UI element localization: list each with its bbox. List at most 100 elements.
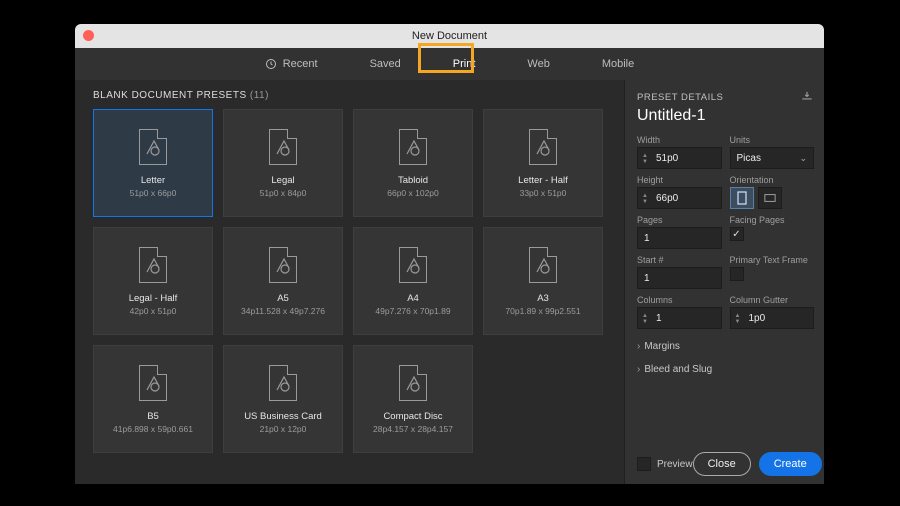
tab-saved[interactable]: Saved	[368, 54, 403, 74]
page-icon	[529, 247, 557, 283]
page-icon	[269, 129, 297, 165]
page-icon	[529, 129, 557, 165]
margins-expander[interactable]: Margins	[637, 335, 814, 358]
gutter-input[interactable]: ▲▼ 1p0	[730, 307, 815, 329]
close-window-button[interactable]	[83, 30, 94, 41]
clock-icon	[265, 58, 277, 70]
preset-dims: 42p0 x 51p0	[130, 306, 177, 316]
tab-mobile-label: Mobile	[602, 58, 634, 70]
orientation-label: Orientation	[730, 175, 815, 185]
width-label: Width	[637, 135, 722, 145]
pages-input[interactable]: 1	[637, 227, 722, 249]
units-select[interactable]: Picas ⌄	[730, 147, 815, 169]
page-icon	[399, 247, 427, 283]
preset-name: Tabloid	[398, 175, 428, 186]
preset-card[interactable]: A370p1.89 x 99p2.551	[483, 227, 603, 335]
details-footer: Preview Close Create	[637, 446, 814, 476]
preset-card[interactable]: US Business Card21p0 x 12p0	[223, 345, 343, 453]
gutter-label: Column Gutter	[730, 295, 815, 305]
tab-recent[interactable]: Recent	[263, 54, 320, 74]
preset-card[interactable]: Legal 51p0 x 84p0	[223, 109, 343, 217]
height-input[interactable]: ▲▼ 66p0	[637, 187, 722, 209]
orientation-toggle	[730, 187, 815, 209]
preset-name: Legal - Half	[129, 293, 178, 304]
preset-dims: 33p0 x 51p0	[520, 188, 567, 198]
gutter-value: 1p0	[749, 313, 766, 324]
save-preset-icon[interactable]	[800, 90, 814, 105]
tab-web-label: Web	[527, 58, 549, 70]
bleed-expander[interactable]: Bleed and Slug	[637, 358, 814, 381]
preset-dims: 28p4.157 x 28p4.157	[373, 424, 453, 434]
primary-text-frame-label: Primary Text Frame	[730, 255, 815, 265]
facing-pages-checkbox[interactable]: ✓	[730, 227, 744, 241]
facing-pages-label: Facing Pages	[730, 215, 815, 225]
preset-name: A3	[537, 293, 549, 304]
create-button[interactable]: Create	[759, 452, 822, 476]
preset-card[interactable]: Compact Disc 28p4.157 x 28p4.157	[353, 345, 473, 453]
start-label: Start #	[637, 255, 722, 265]
height-label: Height	[637, 175, 722, 185]
page-icon	[139, 247, 167, 283]
preview-toggle[interactable]: Preview	[637, 457, 693, 471]
width-input[interactable]: ▲▼ 51p0	[637, 147, 722, 169]
preset-details-panel: PRESET DETAILS Untitled-1 Width ▲▼ 51p0 …	[624, 80, 824, 484]
page-icon	[269, 247, 297, 283]
start-value: 1	[644, 273, 650, 284]
category-tabs: Recent Saved Print Web Mobile	[75, 48, 824, 80]
tab-recent-label: Recent	[283, 58, 318, 70]
titlebar: New Document	[75, 24, 824, 48]
preset-card[interactable]: Letter - Half 33p0 x 51p0	[483, 109, 603, 217]
dialog-body: BLANK DOCUMENT PRESETS (11) Letter51p0 x…	[75, 80, 824, 484]
page-icon	[269, 365, 297, 401]
tab-print-label: Print	[453, 58, 476, 70]
preset-name: Letter - Half	[518, 175, 568, 186]
preset-dims: 49p7.276 x 70p1.89	[375, 306, 450, 316]
start-input[interactable]: 1	[637, 267, 722, 289]
page-icon	[399, 129, 427, 165]
preset-name: Compact Disc	[383, 411, 442, 422]
presets-panel: BLANK DOCUMENT PRESETS (11) Letter51p0 x…	[75, 80, 624, 484]
details-header: PRESET DETAILS	[637, 92, 723, 103]
document-name[interactable]: Untitled-1	[637, 107, 814, 125]
columns-label: Columns	[637, 295, 722, 305]
preset-card[interactable]: Tabloid66p0 x 102p0	[353, 109, 473, 217]
new-document-window: New Document Recent Saved Print Web Mobi…	[75, 24, 824, 484]
width-value: 51p0	[656, 153, 678, 164]
primary-text-frame-checkbox[interactable]	[730, 267, 744, 281]
tab-web[interactable]: Web	[525, 54, 551, 74]
preset-name: Legal	[271, 175, 294, 186]
orientation-portrait[interactable]	[730, 187, 754, 209]
width-stepper[interactable]: ▲▼	[640, 150, 650, 168]
preset-dims: 41p6.898 x 59p0.661	[113, 424, 193, 434]
preview-label: Preview	[657, 459, 693, 470]
preset-dims: 21p0 x 12p0	[260, 424, 307, 434]
preview-checkbox[interactable]	[637, 457, 651, 471]
preset-name: B5	[147, 411, 159, 422]
units-label: Units	[730, 135, 815, 145]
preset-card[interactable]: B5 41p6.898 x 59p0.661	[93, 345, 213, 453]
preset-card[interactable]: A4 49p7.276 x 70p1.89	[353, 227, 473, 335]
gutter-stepper[interactable]: ▲▼	[733, 310, 743, 328]
height-value: 66p0	[656, 193, 678, 204]
height-stepper[interactable]: ▲▼	[640, 190, 650, 208]
preset-card[interactable]: Legal - Half 42p0 x 51p0	[93, 227, 213, 335]
chevron-down-icon: ⌄	[799, 153, 807, 164]
preset-name: A4	[407, 293, 419, 304]
columns-stepper[interactable]: ▲▼	[640, 310, 650, 328]
columns-input[interactable]: ▲▼ 1	[637, 307, 722, 329]
traffic-lights	[83, 30, 94, 41]
preset-card[interactable]: A534p11.528 x 49p7.276	[223, 227, 343, 335]
preset-dims: 51p0 x 84p0	[260, 188, 307, 198]
preset-dims: 51p0 x 66p0	[130, 188, 177, 198]
close-button[interactable]: Close	[693, 452, 751, 476]
window-title: New Document	[75, 30, 824, 42]
tab-print[interactable]: Print	[451, 54, 478, 74]
orientation-landscape[interactable]	[758, 187, 782, 209]
units-value: Picas	[737, 153, 761, 164]
tab-saved-label: Saved	[370, 58, 401, 70]
tab-mobile[interactable]: Mobile	[600, 54, 636, 74]
preset-card[interactable]: Letter51p0 x 66p0	[93, 109, 213, 217]
columns-value: 1	[656, 313, 662, 324]
page-icon	[139, 365, 167, 401]
presets-count: (11)	[250, 90, 269, 101]
